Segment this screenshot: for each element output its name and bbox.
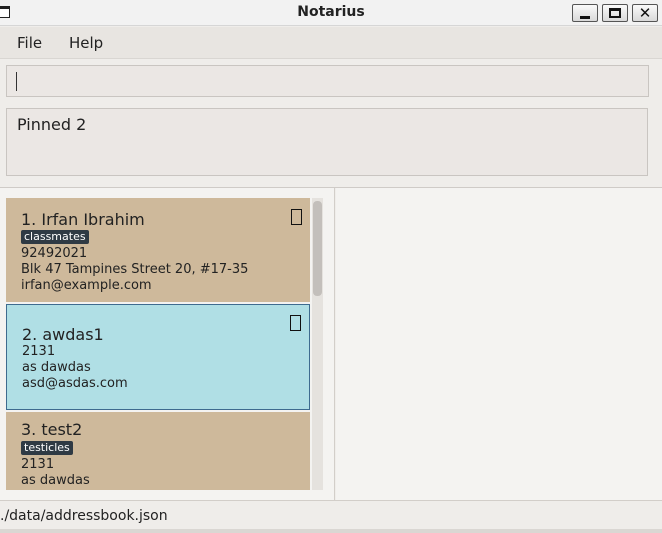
menu-help[interactable]: Help xyxy=(69,34,103,52)
minimize-icon xyxy=(580,15,590,19)
title-bar[interactable]: Notarius ✕ xyxy=(0,0,662,26)
person-phone: 2131 xyxy=(21,457,55,472)
text-caret xyxy=(16,72,17,91)
person-address: as dawdas xyxy=(22,360,91,375)
person-name: 3. test2 xyxy=(21,420,83,439)
menu-file[interactable]: File xyxy=(17,34,42,52)
person-address: Blk 47 Tampines Street 20, #17-35 xyxy=(21,262,249,277)
menu-bar: File Help xyxy=(0,27,662,59)
window-title: Notarius xyxy=(297,4,365,20)
person-email: asd@asdas.com xyxy=(22,376,128,391)
result-text: Pinned 2 xyxy=(17,115,87,134)
person-name: 2. awdas1 xyxy=(22,325,104,344)
person-card-selected[interactable]: 2. awdas1 2131 as dawdas asd@asdas.com xyxy=(6,304,310,410)
pin-icon[interactable] xyxy=(291,209,302,225)
result-display: Pinned 2 xyxy=(6,108,648,176)
minimize-button[interactable] xyxy=(572,4,598,22)
person-phone: 92492021 xyxy=(21,246,88,261)
command-input[interactable] xyxy=(6,65,649,97)
maximize-button[interactable] xyxy=(602,4,628,22)
person-phone: 2131 xyxy=(22,344,56,359)
window-bottom-edge xyxy=(0,529,662,533)
person-card[interactable]: 1. Irfan Ibrahim classmates 92492021 Blk… xyxy=(6,198,310,302)
close-button[interactable]: ✕ xyxy=(632,4,658,22)
person-tag: classmates xyxy=(21,230,89,244)
list-scrollbar[interactable] xyxy=(312,198,323,490)
person-name: 1. Irfan Ibrahim xyxy=(21,210,145,229)
person-tag: testicles xyxy=(21,441,73,455)
person-list[interactable]: 1. Irfan Ibrahim classmates 92492021 Blk… xyxy=(6,198,310,490)
detail-panel xyxy=(336,188,662,500)
close-icon: ✕ xyxy=(638,3,652,22)
status-bar: ./data/addressbook.json xyxy=(0,500,662,529)
person-card[interactable]: 3. test2 testicles 2131 as dawdas xyxy=(6,412,310,490)
storage-path: ./data/addressbook.json xyxy=(0,508,168,524)
app-window: Notarius ✕ File Help Pinned 2 1. Irfan I… xyxy=(0,0,662,533)
scrollbar-thumb[interactable] xyxy=(313,201,322,296)
person-email: irfan@example.com xyxy=(21,278,152,293)
person-address: as dawdas xyxy=(21,473,90,488)
pin-icon[interactable] xyxy=(290,315,301,331)
maximize-icon xyxy=(609,8,621,18)
